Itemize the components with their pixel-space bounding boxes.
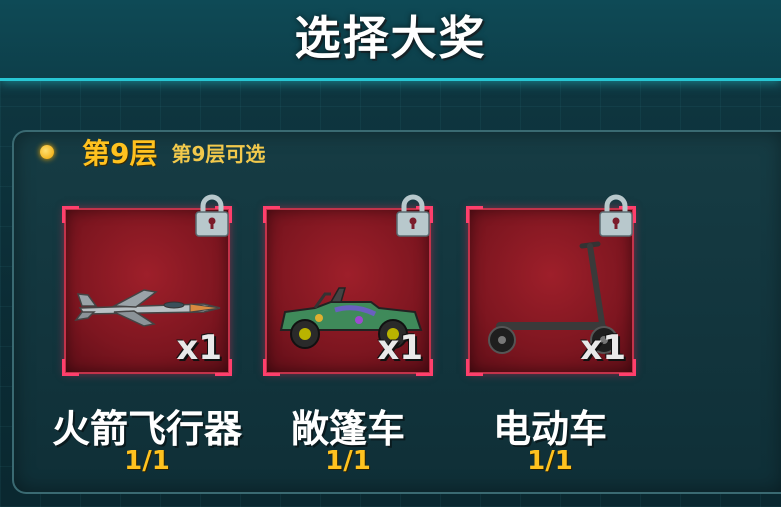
reward-card-scooter[interactable]: x1 — [466, 194, 636, 376]
item-quantity: x1 — [176, 328, 222, 368]
reward-card-rocket[interactable]: x1 — [62, 194, 232, 376]
item-quantity: x1 — [580, 328, 626, 368]
item-quantity: x1 — [377, 328, 423, 368]
tier-hint: 第9层可选 — [171, 141, 266, 166]
tier-label: 第9层 — [82, 137, 158, 170]
reward-count: 1/1 — [527, 446, 573, 476]
lock-icon — [599, 194, 633, 237]
lock-icon — [195, 194, 229, 237]
page-title: 选择大奖 — [294, 11, 487, 65]
reward-card-convertible[interactable]: x1 — [263, 194, 433, 376]
tier-row: 第9层 第9层可选 — [40, 136, 266, 170]
tier-indicator-dot — [40, 145, 54, 159]
lock-icon — [396, 194, 430, 237]
reward-name: 电动车 — [492, 407, 607, 451]
